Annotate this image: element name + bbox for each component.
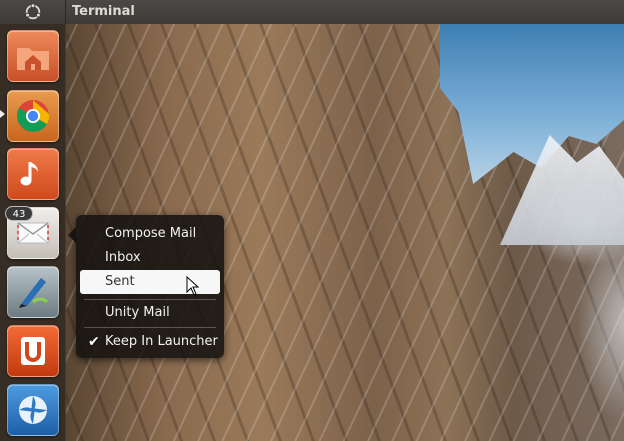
dash-home-button[interactable] bbox=[0, 0, 66, 24]
launcher-item-chrome[interactable] bbox=[7, 90, 59, 142]
launcher-item-ubuntu-one[interactable] bbox=[7, 325, 59, 377]
mouse-pointer-icon bbox=[186, 276, 200, 296]
inkscape-icon bbox=[19, 278, 49, 308]
quicklist-menu: Compose Mail Inbox Sent Unity Mail ✔ Kee… bbox=[76, 215, 224, 358]
shutter-icon bbox=[19, 396, 47, 424]
top-panel: Terminal bbox=[0, 0, 624, 24]
quicklist-separator bbox=[84, 327, 216, 328]
launcher-item-music[interactable] bbox=[7, 148, 59, 200]
launcher-item-shotwell[interactable] bbox=[7, 384, 59, 436]
launcher-item-home-folder[interactable] bbox=[7, 30, 59, 82]
window-title: Terminal bbox=[72, 4, 135, 19]
checkmark-icon: ✔ bbox=[88, 334, 100, 350]
music-note-icon bbox=[20, 162, 38, 186]
quicklist-keep-in-launcher[interactable]: ✔ Keep In Launcher bbox=[80, 330, 220, 354]
folder-home-icon bbox=[17, 48, 49, 70]
quicklist-separator bbox=[84, 299, 216, 300]
quicklist-pointer bbox=[68, 227, 76, 243]
quicklist-inbox[interactable]: Inbox bbox=[80, 246, 220, 270]
launcher-item-inkscape[interactable] bbox=[7, 266, 59, 318]
quicklist-compose-mail[interactable]: Compose Mail bbox=[80, 222, 220, 246]
quicklist-keep-in-launcher-label: Keep In Launcher bbox=[105, 334, 218, 349]
unread-count-badge: 43 bbox=[5, 206, 33, 221]
running-indicator bbox=[0, 110, 5, 118]
quicklist-unity-mail[interactable]: Unity Mail bbox=[80, 301, 220, 325]
ubuntu-logo-icon bbox=[24, 3, 41, 20]
ubuntu-one-icon bbox=[21, 337, 45, 365]
chrome-icon bbox=[17, 100, 50, 132]
launcher bbox=[0, 24, 66, 441]
